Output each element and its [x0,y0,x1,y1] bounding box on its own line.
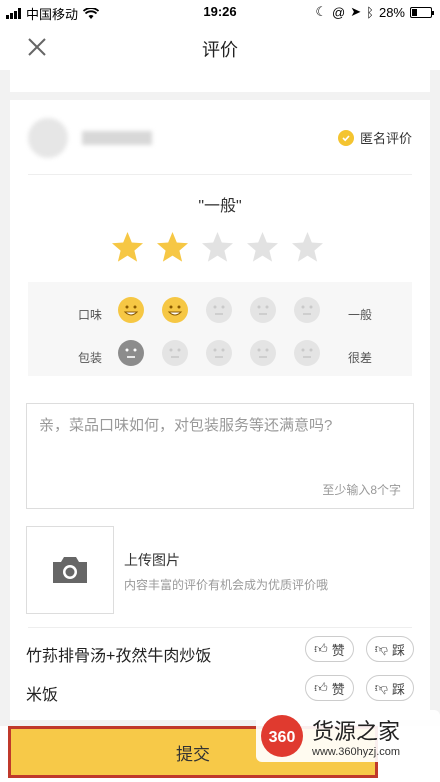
dish-row: 米饭 👍︎ 赞 👎︎ 踩 [26,673,414,707]
battery-icon [410,6,434,18]
bluetooth-icon: ᛒ [366,4,374,20]
rating-label: "一般" [198,198,242,215]
divider [28,627,412,628]
like-button[interactable]: 👍︎ 赞 [305,636,354,662]
nav-bar: 评价 [0,24,440,70]
face-empty-icon[interactable] [294,297,320,323]
smile-face-icon[interactable] [118,297,144,323]
upload-text: 上传图片 内容丰富的评价有机会成为优质评价哦 [124,550,328,593]
face-rating [118,297,320,323]
star-empty-icon[interactable] [245,230,280,265]
thumbs-down-icon: 👎︎ [374,680,388,695]
thumbs-up-icon: 👍︎ [314,680,328,695]
star-rating [110,230,325,265]
face-empty-icon[interactable] [206,297,232,323]
location-icon: ➤ [350,4,362,19]
upload-title: 上传图片 [124,552,180,568]
star-filled-icon[interactable] [155,230,190,265]
shop-name-blurred [82,131,152,145]
smile-face-icon[interactable] [162,297,188,323]
review-card: 匿名评价 "一般" 口味 一般 包装 很差 亲，菜品口味如何，对包装服务等还满意… [10,100,430,720]
dish-row: 竹荪排骨汤+孜然牛肉炒饭 👍︎ 赞 👎︎ 踩 [26,634,414,668]
anonymous-toggle[interactable]: 匿名评价 [337,128,412,147]
upload-photo-button[interactable] [26,526,114,614]
face-empty-icon[interactable] [250,340,276,366]
watermark-brand: 货源之家 [312,720,401,745]
dish-name: 米饭 [26,687,59,704]
watermark-logo: 360 [261,715,303,757]
moon-icon: ☾ [315,4,328,19]
dimension-name: 包装 [78,351,103,365]
face-empty-icon[interactable] [250,297,276,323]
dislike-button[interactable]: 👎︎ 踩 [365,675,414,701]
neutral-face-icon[interactable] [118,340,144,366]
face-empty-icon[interactable] [294,340,320,366]
dimension-row-packaging: 包装 很差 [28,338,412,378]
anonymous-label: 匿名评价 [359,131,412,146]
dish-name: 竹荪排骨汤+孜然牛肉炒饭 [26,648,212,665]
comment-hint: 至少输入8个字 [322,483,401,497]
check-icon [337,129,354,146]
at-icon: @ [332,4,346,20]
star-empty-icon[interactable] [200,230,235,265]
thumbs-down-icon: 👎︎ [374,641,388,656]
camera-icon [53,557,87,583]
dimension-value: 一般 [347,308,372,322]
upload-subtitle: 内容丰富的评价有机会成为优质评价哦 [124,578,329,592]
divider [28,174,412,175]
battery-percent: 28% [378,4,405,20]
dimension-row-taste: 口味 一般 [28,295,412,335]
dimension-ratings: 口味 一般 包装 很差 [28,282,412,376]
svg-text:360: 360 [269,729,296,746]
face-empty-icon[interactable] [162,340,188,366]
dimension-name: 口味 [78,308,103,322]
status-bar: 中国移动 19:26 ☾ @ ➤ ᛒ 28% [0,0,440,24]
shop-avatar [28,118,68,158]
dislike-button[interactable]: 👎︎ 踩 [365,636,414,662]
thumbs-up-icon: 👍︎ [314,641,328,656]
watermark: 360 货源之家 www.360hyzj.com [256,710,440,762]
comment-textarea[interactable]: 亲，菜品口味如何，对包装服务等还满意吗? 至少输入8个字 [26,403,414,509]
face-rating [118,340,320,366]
comment-placeholder: 亲，菜品口味如何，对包装服务等还满意吗? [39,417,333,434]
star-filled-icon[interactable] [110,230,145,265]
like-button[interactable]: 👍︎ 赞 [305,675,354,701]
shop-info [28,118,152,158]
star-empty-icon[interactable] [290,230,325,265]
face-empty-icon[interactable] [206,340,232,366]
page-title: 评价 [202,40,238,60]
dimension-value: 很差 [347,351,372,365]
watermark-url: www.360hyzj.com [312,746,401,758]
previous-card [10,70,430,92]
